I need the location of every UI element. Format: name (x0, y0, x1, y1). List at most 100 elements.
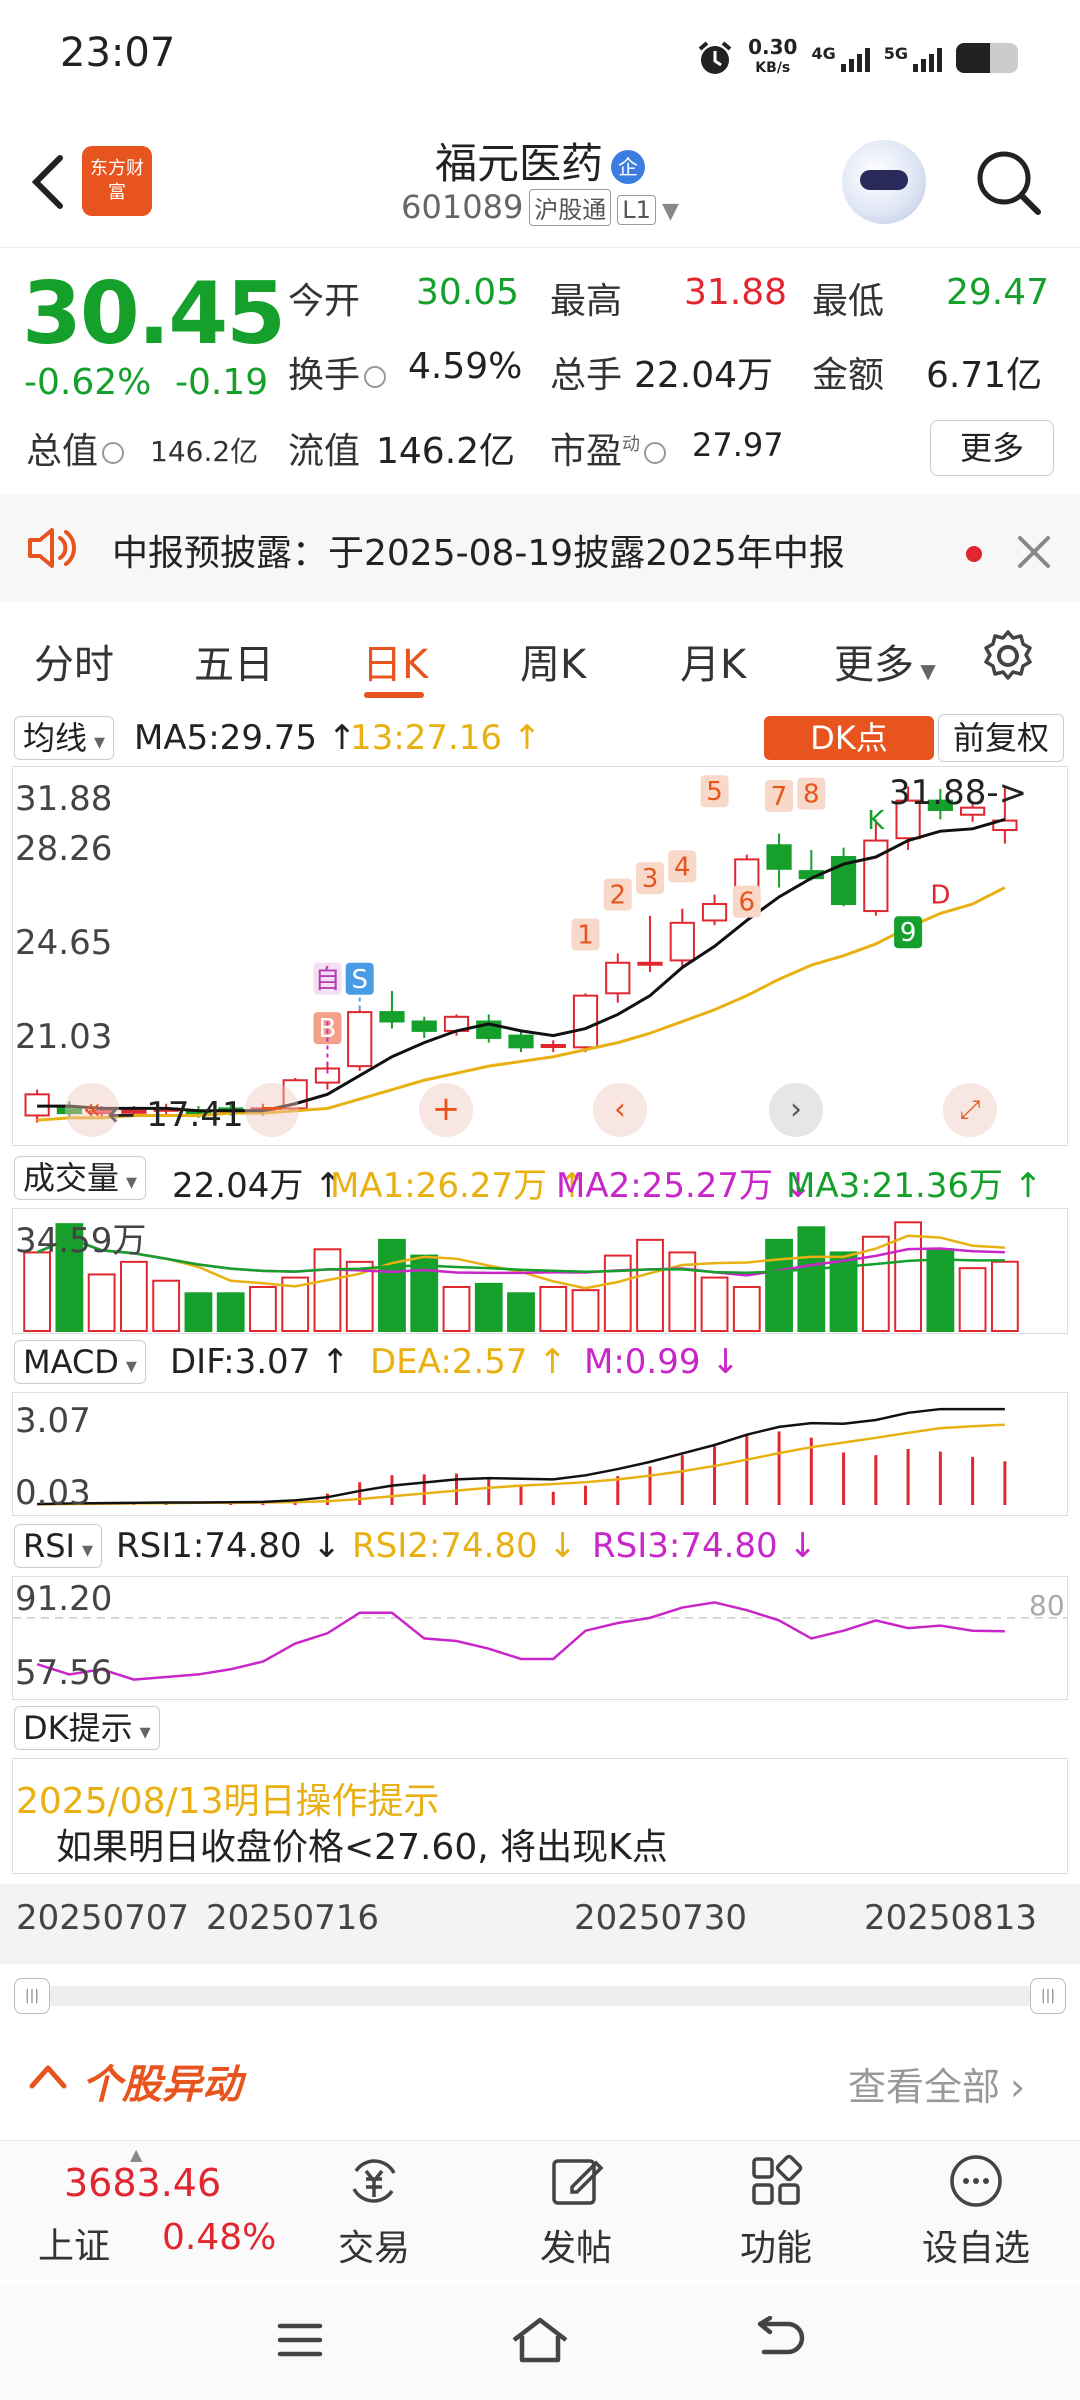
tab-monthly-k[interactable]: 月K (680, 632, 746, 690)
step-left-icon[interactable]: ‹ (593, 1083, 647, 1137)
net-speed: 0.30 KB/s (748, 35, 798, 76)
date-label: 20250707 (16, 1898, 190, 1938)
rsi-chart[interactable] (13, 1577, 1067, 1699)
svg-text:D: D (930, 881, 950, 911)
more-quote-button[interactable]: 更多 (930, 420, 1054, 476)
float-cap-value: 146.2亿 (376, 431, 516, 472)
chart-controls: « − + ‹ › ⤢ (27, 1083, 1057, 1139)
y-label-2: 28.26 (15, 829, 113, 869)
tab-intraday[interactable]: 分时 (34, 632, 114, 690)
kline-panel[interactable]: BS自12345678KD9 31.88 28.26 24.65 21.03 ←… (12, 766, 1068, 1146)
td-count-badge: 8 (797, 777, 826, 810)
volume-legend: 22.04万 ↑ (172, 1166, 343, 1206)
volume-bar (571, 1289, 600, 1333)
volume-bar (87, 1273, 116, 1333)
td-count-badge: 2 (603, 878, 632, 911)
index-value[interactable]: 3683.46 (64, 2161, 221, 2205)
volume-bar (345, 1260, 374, 1333)
turnover-label[interactable]: 换手 (288, 346, 390, 398)
high-marker: 31.88-> (889, 773, 1028, 813)
sim1-signal-icon: 4G (811, 44, 870, 72)
nav-trade[interactable]: 交易 (304, 2149, 444, 2271)
market-cap-label[interactable]: 总值 (26, 422, 128, 474)
tab-daily-k[interactable]: 日K (362, 632, 428, 690)
volume-bar (23, 1251, 52, 1332)
svg-text:7: 7 (771, 782, 788, 812)
step-right-icon[interactable]: › (769, 1083, 823, 1137)
menu-icon[interactable] (276, 2320, 324, 2360)
view-all-link[interactable]: 查看全部 › (848, 2056, 1025, 2111)
change-percent: -0.62% (24, 362, 152, 403)
nav-functions[interactable]: 功能 (706, 2149, 846, 2271)
y-label-max: 31.88 (15, 779, 113, 819)
home-icon[interactable] (508, 2314, 572, 2366)
volume-bar (184, 1292, 213, 1332)
dk-tip-dropdown[interactable]: DK提示 (14, 1706, 160, 1750)
volume-bar (958, 1267, 987, 1332)
k-point-label: K (867, 806, 885, 836)
y-label-3: 24.65 (15, 923, 113, 963)
rsi-dropdown[interactable]: RSI (14, 1524, 103, 1568)
search-icon[interactable] (972, 146, 1044, 218)
chevron-right-icon: › (1010, 2065, 1026, 2109)
candle (669, 921, 695, 962)
edit-icon (552, 2159, 604, 2205)
self-select-badge: 自 (313, 962, 342, 995)
gear-icon[interactable] (980, 628, 1036, 684)
nav-post[interactable]: 发帖 (506, 2149, 646, 2271)
rsi-y-top: 91.20 (15, 1579, 113, 1619)
battery-icon (956, 42, 1018, 73)
macd-panel[interactable]: 3.07 0.03 (12, 1392, 1068, 1516)
assistant-robot-icon[interactable] (842, 140, 926, 224)
high-label: 最高 (550, 281, 623, 322)
rsi3-legend: RSI3:74.80 ↓ (592, 1526, 817, 1566)
high-value: 31.88 (684, 272, 788, 313)
dk-point-button[interactable]: DK点 (764, 716, 934, 760)
td-count-badge: 3 (636, 862, 665, 895)
y-label-4: 21.03 (15, 1017, 113, 1057)
low-value: 29.47 (946, 272, 1050, 313)
rsi-panel[interactable]: 91.20 57.56 80 (12, 1576, 1068, 1700)
system-nav-bar (0, 2284, 1080, 2400)
tab-more[interactable]: 更多 ▼ (834, 632, 936, 690)
back-nav-icon[interactable] (754, 2316, 806, 2364)
tab-five-day[interactable]: 五日 (194, 632, 274, 690)
nav-watchlist[interactable]: 设自选 (906, 2149, 1046, 2271)
macd-dropdown[interactable]: MACD (14, 1340, 146, 1384)
rsi2-legend: RSI2:74.80 ↓ (352, 1526, 577, 1566)
stock-code: 601089 (401, 188, 524, 226)
level-tag: L1 (617, 195, 656, 225)
zoom-out-icon[interactable]: − (245, 1083, 299, 1137)
volume-bar (765, 1238, 793, 1333)
pe-label[interactable]: 市盈动 (550, 422, 670, 474)
ma-dropdown[interactable]: 均线 (14, 716, 115, 760)
adjust-button[interactable]: 前复权 (938, 714, 1064, 762)
candle (379, 1011, 405, 1023)
enterprise-badge: 企 (611, 149, 645, 184)
nav-post-label: 发帖 (539, 2228, 612, 2269)
scroll-left-fast-icon[interactable]: « (65, 1083, 119, 1137)
candle (411, 1020, 437, 1032)
info-icon (644, 442, 667, 464)
chart-range-scrollbar[interactable]: ||| ||| (14, 1978, 1066, 2014)
fullscreen-icon[interactable]: ⤢ (943, 1083, 997, 1137)
tab-weekly-k[interactable]: 周K (520, 632, 586, 690)
range-handle-left[interactable]: ||| (14, 1978, 50, 2014)
volume-bar (539, 1286, 568, 1332)
close-icon[interactable] (1010, 528, 1058, 576)
volume-chart[interactable] (13, 1209, 1067, 1333)
notice-banner[interactable]: 中报预披露：于2025-08-19披露2025年中报 (0, 494, 1080, 602)
chevron-up-icon[interactable] (28, 2062, 68, 2090)
macd-chart[interactable] (13, 1393, 1067, 1515)
svg-text:6: 6 (739, 888, 756, 918)
volume-dropdown[interactable]: 成交量 (14, 1156, 147, 1200)
candle (572, 994, 599, 1049)
volume-panel[interactable]: 34.59万 (12, 1208, 1068, 1334)
unread-dot (966, 546, 982, 562)
volume-bar (829, 1251, 858, 1332)
d-point-label: D (930, 881, 950, 911)
zoom-in-icon[interactable]: + (419, 1083, 473, 1137)
index-name: 上证 (38, 2226, 111, 2267)
range-handle-right[interactable]: ||| (1030, 1978, 1066, 2014)
candle (540, 1043, 566, 1048)
